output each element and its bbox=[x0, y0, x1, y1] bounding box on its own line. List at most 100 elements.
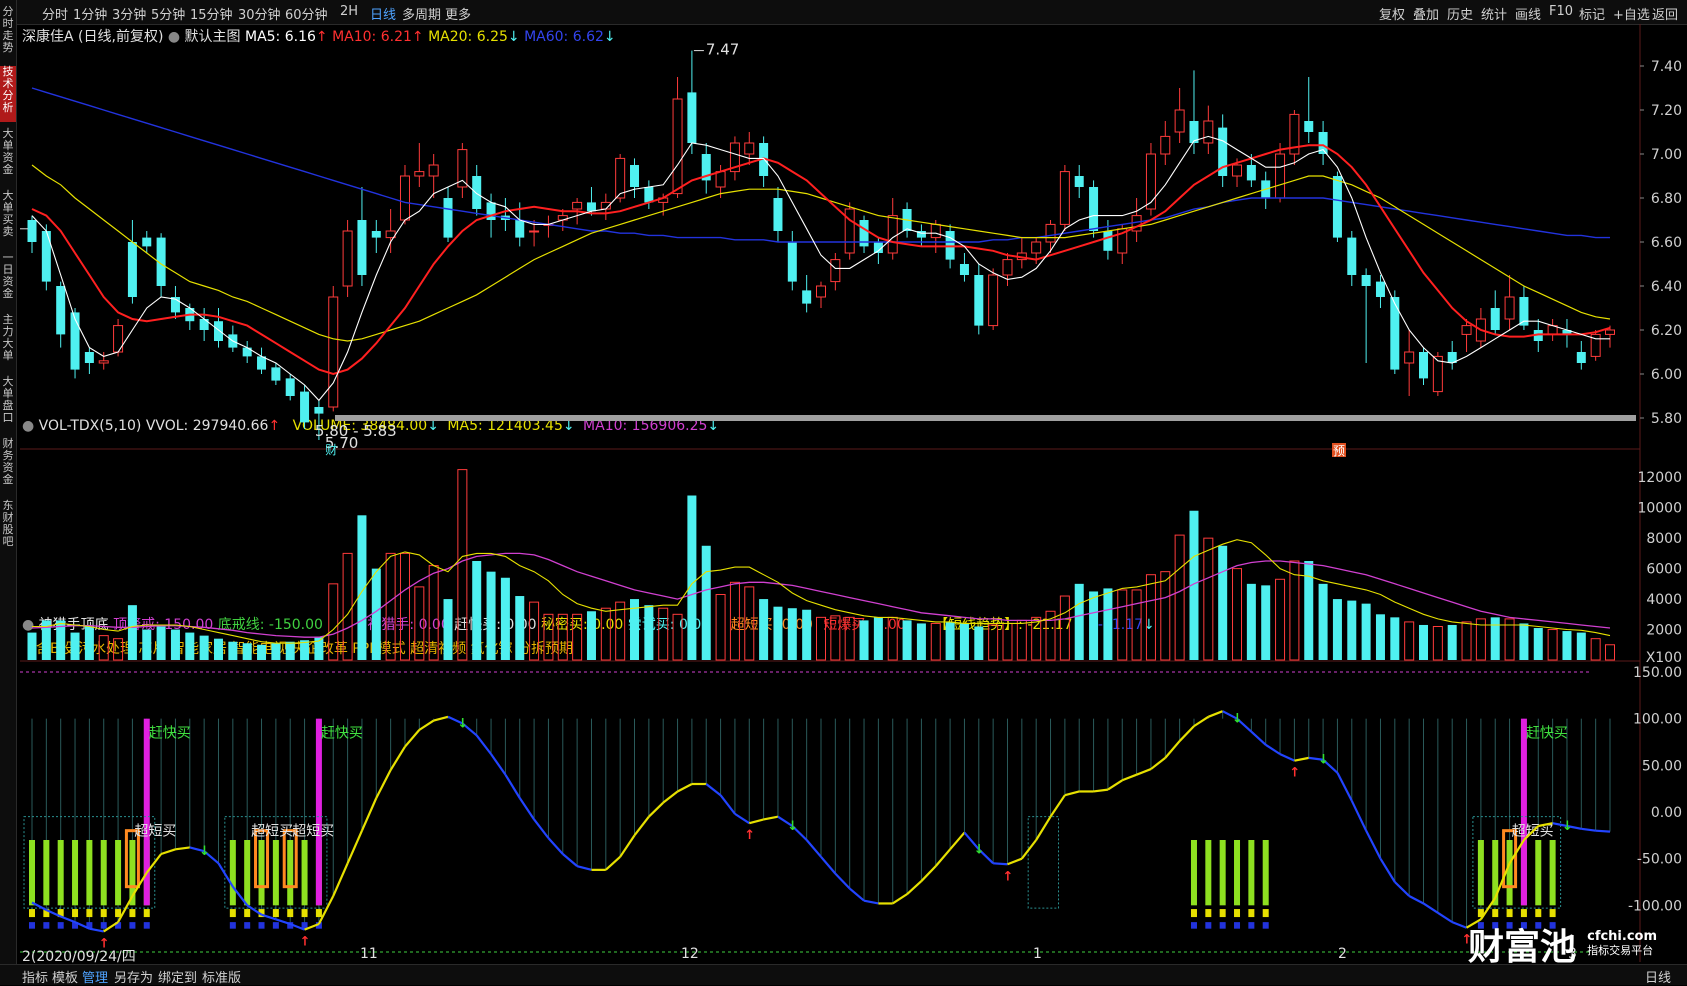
short-trend-segment bbox=[920, 865, 937, 882]
candle-body-down bbox=[41, 231, 51, 282]
candle-body-down bbox=[974, 275, 984, 326]
secret-buy-bar bbox=[258, 840, 265, 906]
candle-body-up bbox=[1232, 164, 1243, 177]
volume-bar-up bbox=[457, 469, 468, 661]
short-trend-segment bbox=[748, 818, 764, 825]
short-trend-segment bbox=[734, 812, 750, 825]
candle-body-down bbox=[959, 264, 969, 275]
price-axis-label: 7.20 bbox=[1651, 103, 1682, 119]
volume-bar-up bbox=[529, 601, 540, 661]
secret-buy-bar bbox=[1549, 840, 1556, 906]
tab-standard[interactable]: 标准版 bbox=[202, 967, 241, 986]
tab-indicator[interactable]: 指标 bbox=[22, 967, 48, 986]
candle-body-down bbox=[70, 312, 80, 370]
short-trend-segment bbox=[1178, 725, 1195, 742]
try-buy-bar bbox=[1520, 909, 1527, 918]
price-axis-label: 7.00 bbox=[1651, 147, 1682, 163]
quick-buy-label: 赶快买 bbox=[149, 725, 191, 741]
short-trend-segment bbox=[1207, 710, 1224, 718]
candle-body-up bbox=[1174, 109, 1185, 133]
candle-body-down bbox=[84, 352, 94, 363]
volume-bar-up bbox=[1203, 537, 1214, 661]
tab-bind[interactable]: 绑定到 bbox=[158, 967, 197, 986]
candle-body-up bbox=[1031, 241, 1042, 254]
secret-buy-bar bbox=[1248, 840, 1255, 906]
short-trend-segment bbox=[677, 783, 693, 793]
volume-bar-down bbox=[1089, 591, 1099, 660]
volume-bar-up bbox=[1232, 568, 1243, 661]
buy-arrow: ↑ bbox=[300, 935, 311, 950]
quick-buy-bar bbox=[315, 718, 322, 906]
watermark-logo: 财富池 cfchi.com 指标交易平台 bbox=[1468, 918, 1657, 970]
volume-bar-down bbox=[1246, 583, 1256, 660]
secret-buy-bar bbox=[43, 840, 50, 906]
volume-bar-down bbox=[945, 621, 955, 660]
candle-body-up bbox=[844, 208, 855, 254]
candle-body-down bbox=[945, 231, 955, 260]
tab-manage[interactable]: 管理 bbox=[82, 967, 108, 986]
hunter-low-bar bbox=[258, 922, 265, 929]
volume-bar-up bbox=[615, 601, 626, 661]
volume-bar-down bbox=[859, 620, 869, 660]
candle-body-up bbox=[328, 296, 339, 408]
volume-bar-up bbox=[572, 613, 583, 661]
ma20-line bbox=[31, 164, 1611, 342]
volume-bar-down bbox=[127, 605, 137, 660]
volume-bar-down bbox=[1218, 545, 1228, 660]
kline-chart[interactable]: 7.475.705.80 - 5.83财预 赶快买 赶快买 赶快买超短买 超短买超短买… bbox=[0, 0, 1687, 984]
indicator-axis-label: -50.00 bbox=[1637, 852, 1682, 868]
volume-bar-down bbox=[1332, 599, 1342, 660]
candle-body-down bbox=[285, 378, 295, 396]
tab-save-as[interactable]: 另存为 bbox=[114, 967, 153, 986]
short-trend-segment bbox=[633, 815, 650, 837]
volume-bar-up bbox=[830, 615, 841, 661]
volume-bar-down bbox=[515, 596, 525, 660]
tab-template[interactable]: 模板 bbox=[52, 967, 78, 986]
candle-body-down bbox=[1419, 352, 1429, 379]
volume-bar-down bbox=[443, 599, 453, 660]
buy-arrow: ↑ bbox=[1289, 766, 1300, 781]
volume-bar-up bbox=[399, 552, 410, 661]
hunter-low-bar bbox=[100, 922, 107, 929]
short-trend-segment bbox=[89, 927, 104, 933]
short-trend-segment bbox=[662, 790, 679, 804]
volume-bar-down bbox=[170, 629, 180, 660]
short-trend-segment bbox=[533, 818, 550, 839]
try-buy-bar bbox=[100, 909, 107, 918]
volume-bar-down bbox=[959, 623, 969, 660]
bottom-toolbar: 指标 模板 管理 另存为 绑定到 标准版 日线 bbox=[0, 964, 1687, 986]
volume-bar-down bbox=[1533, 628, 1543, 660]
candle-body-down bbox=[644, 187, 654, 203]
short-trend-segment bbox=[1107, 779, 1123, 791]
volume-bar-up bbox=[1275, 578, 1286, 661]
volume-bar-down bbox=[1347, 600, 1357, 660]
candle-body-down bbox=[515, 220, 525, 238]
short-trend-segment bbox=[389, 746, 406, 771]
volume-bar-down bbox=[1576, 632, 1586, 660]
short-trend-segment bbox=[433, 715, 449, 722]
short-trend-segment bbox=[705, 783, 722, 797]
short-trend-segment bbox=[576, 865, 592, 871]
short-trend-segment bbox=[1121, 773, 1137, 782]
volume-bar-down bbox=[1390, 617, 1400, 660]
secret-buy-bar bbox=[1535, 840, 1542, 906]
indicator-axis-label: 0.00 bbox=[1651, 805, 1682, 821]
volume-bar-up bbox=[1145, 574, 1156, 661]
candle-body-down bbox=[1074, 176, 1084, 187]
candle-body-down bbox=[443, 198, 453, 238]
hunter-low-bar bbox=[1248, 922, 1255, 929]
x-month-12: 12 bbox=[681, 946, 699, 962]
candle-body-up bbox=[529, 230, 540, 233]
candle-body-down bbox=[586, 202, 596, 212]
volume-bar-down bbox=[271, 643, 281, 660]
secret-buy-bar bbox=[1234, 840, 1241, 906]
price-axis-label: 5.80 bbox=[1651, 411, 1682, 427]
short-trend-segment bbox=[360, 797, 378, 832]
try-buy-bar bbox=[1506, 909, 1513, 918]
volume-bar-up bbox=[672, 613, 683, 661]
short-trend-segment bbox=[418, 719, 435, 731]
secret-buy-bar bbox=[1262, 840, 1269, 906]
volume-bar-up bbox=[1059, 595, 1070, 661]
volume-bar-up bbox=[729, 581, 740, 661]
candle-body-up bbox=[1145, 153, 1156, 210]
